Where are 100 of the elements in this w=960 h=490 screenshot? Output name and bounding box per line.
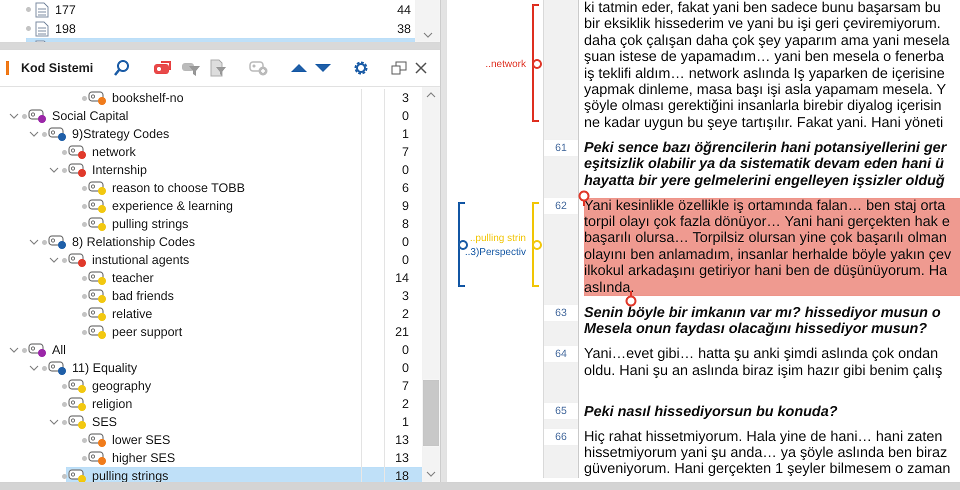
scroll-down-icon[interactable] [422,32,432,38]
code-name: 9)Strategy Codes [72,127,170,141]
code-row[interactable]: geography 7 [0,377,422,395]
expand-chevron-icon[interactable] [49,419,59,425]
paragraph: Hiç rahat hissetmiyorum. Hala yine de hani… hani zaten hissetmiyorum yani şu anda… ya şöyle aslında ben biraz güveniyorum. Hani gerçekten 1 şeyler bilmesem o zaman [584,428,950,478]
code-name: peer support [112,325,182,339]
code-row[interactable]: instutional agents 0 [0,251,422,269]
code-name: bad friends [112,289,174,303]
code-count: 7 [401,145,410,159]
selection-handle-icon[interactable] [625,290,637,307]
line-number: 63 [544,304,578,321]
document-count: 44 [396,2,412,16]
code-count: 14 [394,271,410,285]
code-row[interactable]: Internship 0 [0,161,422,179]
code-name: instutional agents [92,253,190,267]
code-row[interactable]: higher SES 13 [0,449,422,467]
code-row[interactable]: 9)Strategy Codes 1 [0,125,422,143]
scroll-down-icon[interactable] [426,471,436,477]
expand-chevron-icon[interactable] [9,113,19,119]
code-name: 8) Relationship Codes [72,235,195,249]
expand-chevron-icon[interactable] [49,167,59,173]
code-row[interactable]: 8) Relationship Codes 0 [0,233,422,251]
code-name: SES [92,415,118,429]
code-count: 0 [401,235,410,249]
document-name: 177 [55,2,77,16]
line-number: 62 [544,198,578,214]
code-count: 3 [401,289,410,303]
paragraph: Senin böyle bir imkanın var mı? hissediyor musun o Mesela onun faydası olacağını hissediyor musun? [584,304,941,338]
code-count: 13 [394,451,410,465]
code-count: 6 [401,181,410,195]
line-number: 65 [544,402,578,418]
document-row[interactable]: 177 44 [26,0,415,19]
line-number: 64 [544,346,578,362]
expand-chevron-icon[interactable] [9,347,19,353]
paragraph: ki tatmin eder, fakat yani ben sadece bunu başarsam bu bir eksiklik hissederim ve yani bu işi geri çeviremiyorum. daha çok çalışan daha çok şey yaparım ama yani mesela şuan istese de yapamadım… yani ben mesela o fenerba iş teklifi aldım… network aslında Iş yaparken de içerisine yapmak dinleme, masa başı işi asla yapamam mesela. Y şöyle olması gerektiğini insanlarla birebir diyalog içerisin ne kadar uygun bu şeye tartışılır. Fakat yani. Hani yöneti [584,0,950,132]
code-count: 21 [394,325,410,339]
code-name: lower SES [112,433,170,447]
coding-label[interactable]: ..3)Perspectiv [464,246,526,260]
code-row[interactable]: 11) Equality 0 [0,359,422,377]
code-count: 7 [401,379,410,393]
code-count: 1 [401,415,410,429]
code-name: experience & learning [112,199,233,213]
paragraph: Yani…evet gibi… hatta şu anki şimdi aslında çok ondan oldu. Hani şu an aslında biraz işim hazır gibi benim çalış [584,346,942,379]
code-count: 8 [401,217,410,231]
code-count: 9 [401,199,410,213]
line-number: 66 [544,428,578,444]
code-name: 11) Equality [72,361,138,375]
code-count: 0 [401,361,410,375]
code-row[interactable]: SES 1 [0,413,422,431]
code-count: 0 [401,253,410,267]
code-row[interactable]: bookshelf-no 3 [0,89,422,107]
code-name: teacher [112,271,154,285]
document-name: 198 [55,22,77,36]
code-name: network [92,145,136,159]
code-row[interactable]: religion 2 [0,395,422,413]
code-count: 2 [401,307,410,321]
code-row[interactable]: reason to choose TOBB 6 [0,179,422,197]
code-count: 0 [401,343,410,357]
code-count: 13 [394,433,410,447]
code-name: religion [92,397,132,411]
code-count: 2 [401,397,410,411]
paragraph: Peki sence bazı öğrencilerin hani potansiyellerini ger eşitsizlik olabilir ya da sistematik devam eden hani ü hayatta bir yere gelmelerini engelleyen işsizler olduğ [584,140,946,190]
expand-chevron-icon[interactable] [29,365,39,371]
code-count: 0 [401,163,410,177]
code-name: Internship [92,163,147,177]
code-name: bookshelf-no [112,91,184,105]
document-icon [35,20,49,36]
code-name: All [52,343,66,357]
code-row[interactable]: bad friends 3 [0,287,422,305]
code-name: geography [92,379,152,393]
code-row[interactable]: Social Capital 0 [0,107,422,125]
code-count: 3 [401,91,410,105]
code-row[interactable]: pulling strings 8 [0,215,422,233]
line-number: 61 [544,140,578,156]
document-count: 38 [396,22,412,36]
code-row[interactable]: network 7 [0,143,422,161]
code-name: Social Capital [52,109,128,123]
code-name: higher SES [112,451,176,465]
code-count: 0 [401,109,410,123]
code-name: relative [112,307,152,321]
code-row[interactable]: experience & learning 9 [0,197,422,215]
highlighted-paragraph: Yani kesinlikle özellikle iş ortamında falan… ben staj orta torpil olayı çok fazla dönüyor… Yani hani gerçekten hak e başarılı olursa… Torpilsiz olursan yine çok başarılı olman olayını ben anlamadım, insanlar herhalde böyle yakın çev ilkokul arkadaşını getiriyor hani ben de düşünüyorum. Ha aslında. [584,198,960,296]
expand-chevron-icon[interactable] [29,131,39,137]
expand-chevron-icon[interactable] [49,257,59,263]
document-row[interactable]: 198 38 [26,19,415,38]
panel-title: Kod Sistemi [21,61,94,75]
code-name: pulling strings [112,217,188,231]
scrollbar-thumb[interactable] [423,380,439,446]
code-count: 18 [394,469,410,482]
code-row[interactable]: peer support 21 [0,323,422,341]
code-row[interactable]: All 0 [0,341,422,359]
code-count: 1 [401,127,410,141]
scroll-up-icon[interactable] [426,92,436,98]
code-row[interactable]: relative 2 [0,305,422,323]
code-name: reason to choose TOBB [112,181,245,195]
paragraph: Peki nasıl hissediyorsun bu konuda? [584,404,838,420]
expand-chevron-icon[interactable] [29,239,39,245]
code-row[interactable]: teacher 14 [0,269,422,287]
code-row[interactable]: lower SES 13 [0,431,422,449]
coding-label[interactable]: ..network [485,58,526,72]
